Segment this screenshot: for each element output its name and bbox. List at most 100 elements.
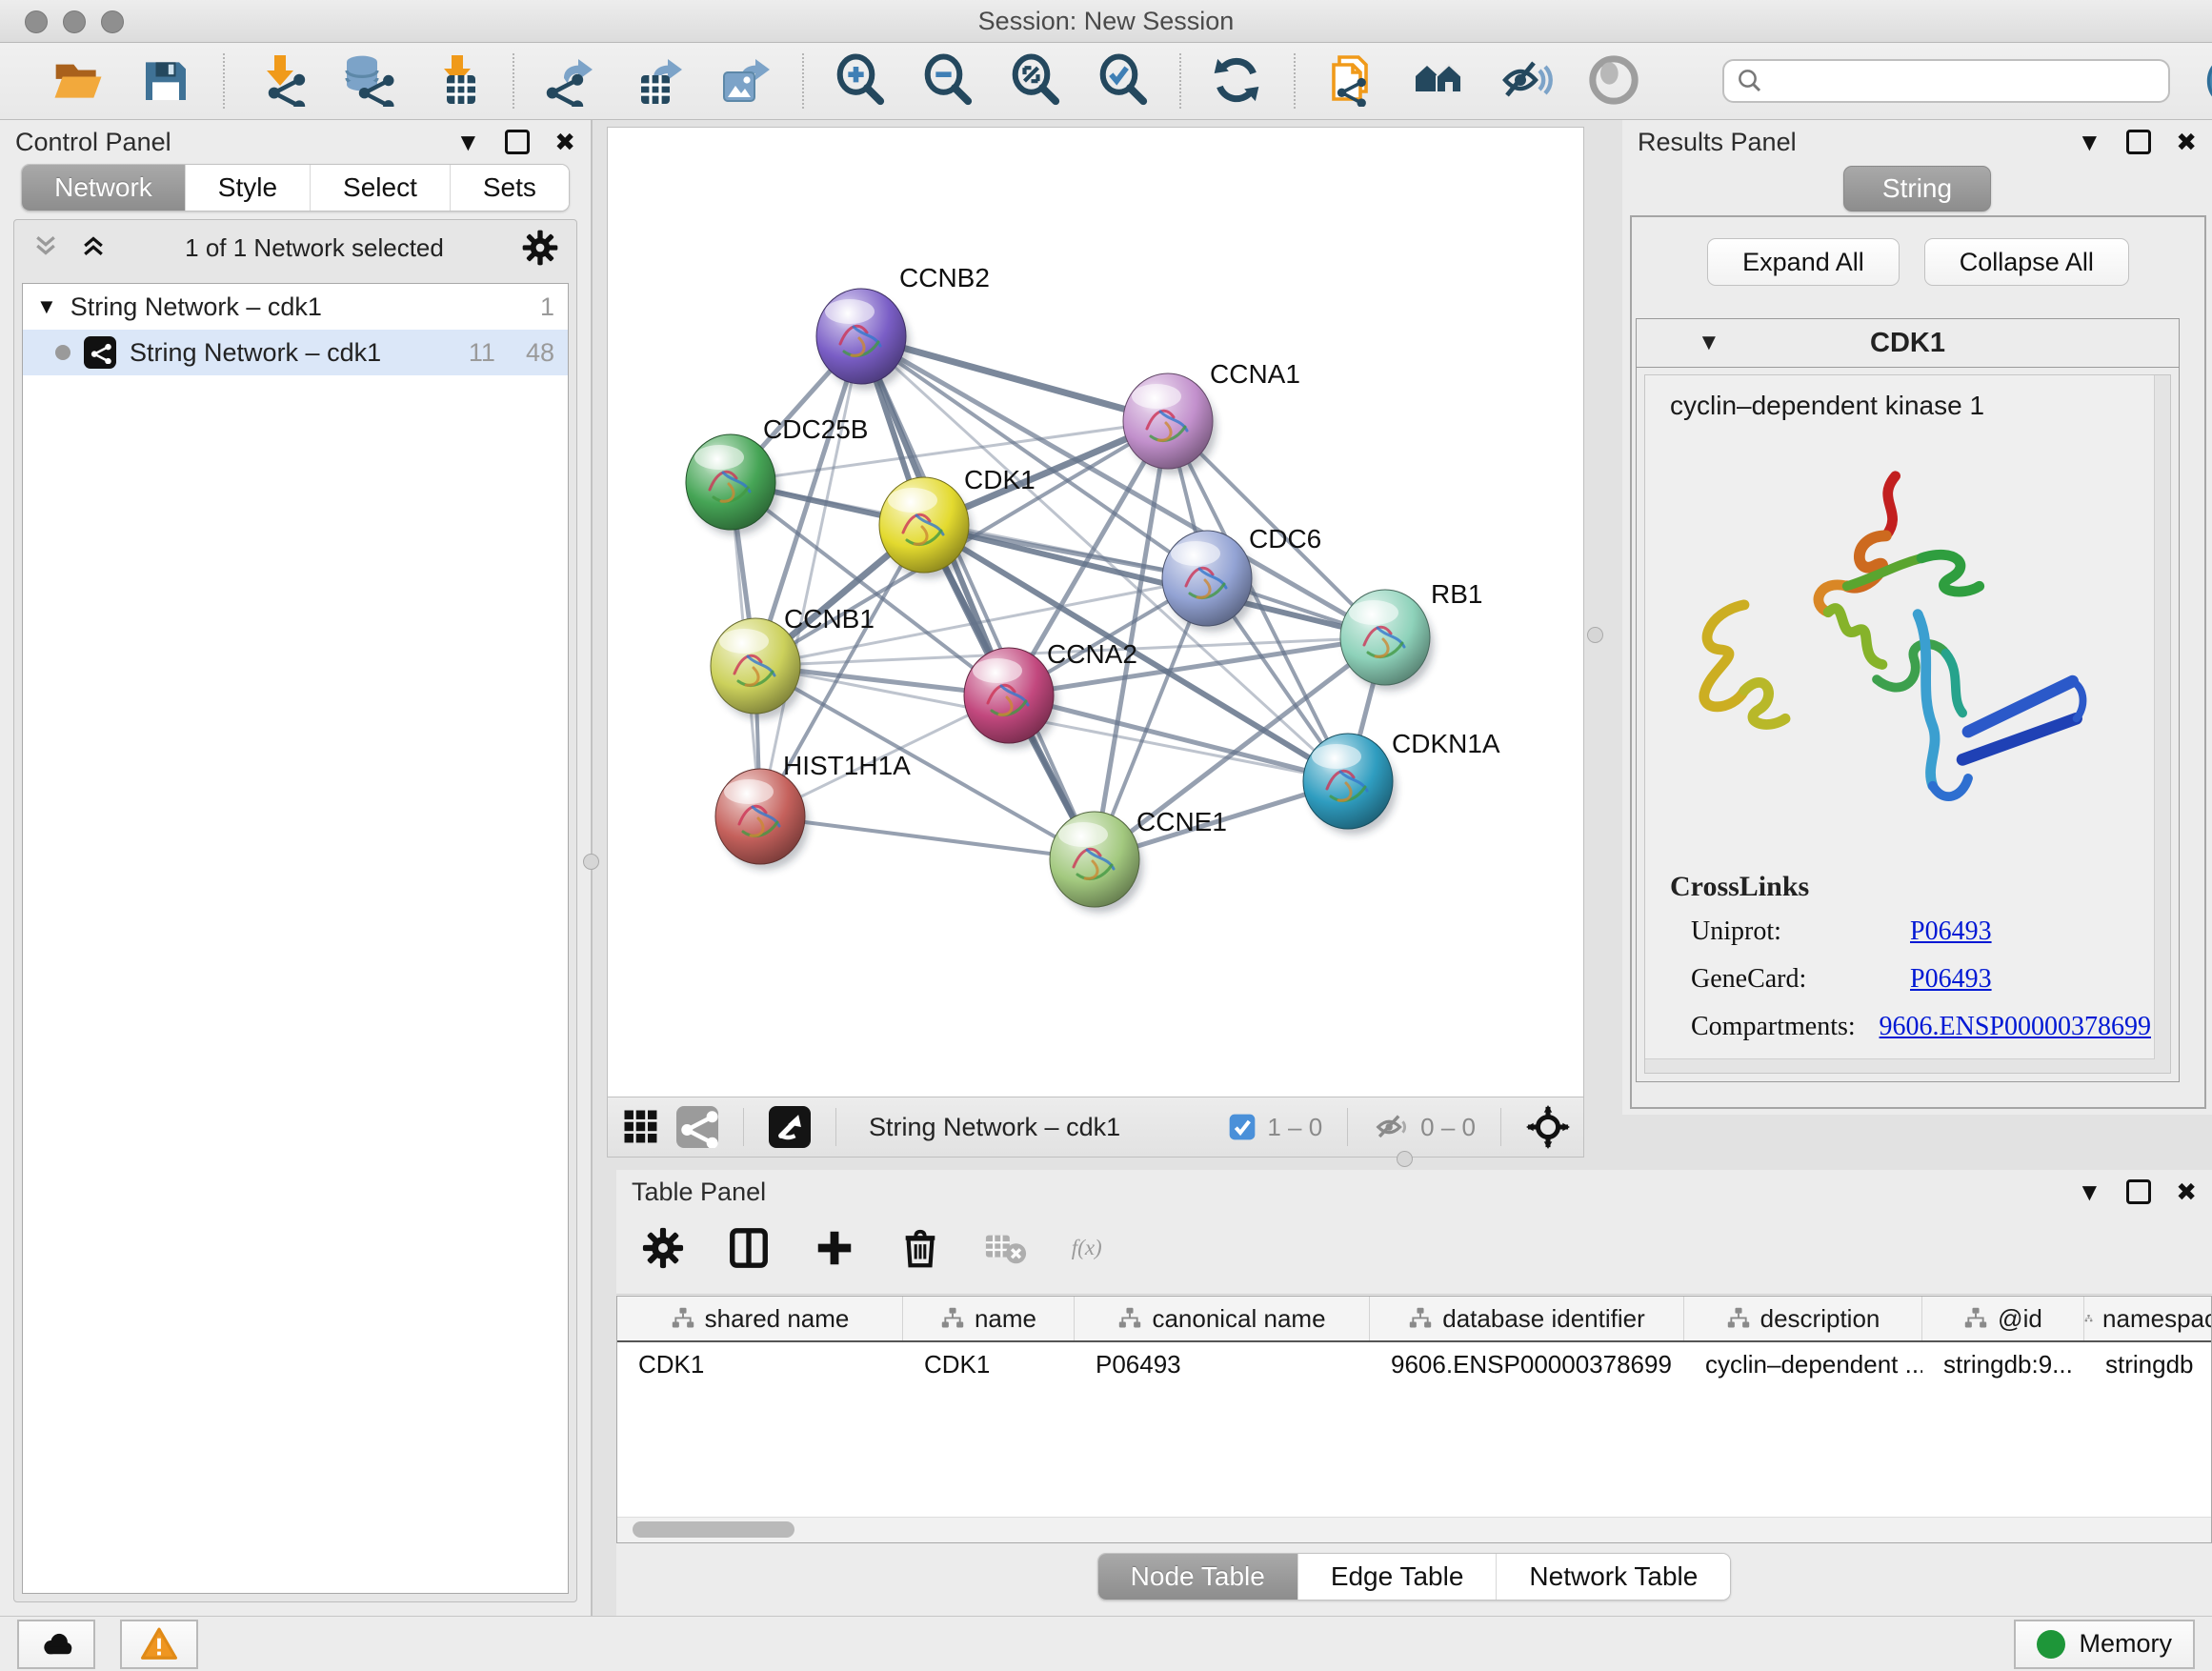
table-panel-maximize-button[interactable]	[2126, 1179, 2151, 1204]
warning-button[interactable]	[120, 1620, 198, 1669]
right-splitter-grip[interactable]	[1587, 627, 1603, 643]
network-options-gear-icon[interactable]	[521, 229, 559, 267]
cloud-button[interactable]	[17, 1620, 95, 1669]
export-network-button[interactable]	[543, 53, 598, 109]
export-table-button[interactable]	[631, 53, 686, 109]
selected-checkbox-icon[interactable]	[1227, 1112, 1257, 1142]
svg-text:CDKN1A: CDKN1A	[1392, 729, 1500, 758]
column-header-canonical-name[interactable]: canonical name	[1075, 1297, 1370, 1340]
table-horizontal-scrollbar[interactable]	[617, 1517, 2211, 1542]
network-row[interactable]: String Network – cdk1 11 48	[23, 330, 568, 375]
node-CCNB2: CCNB2	[816, 263, 990, 390]
crosslink-link[interactable]: P06493	[1910, 964, 1992, 995]
results-panel-maximize-button[interactable]	[2126, 130, 2151, 154]
bottom-splitter-grip[interactable]	[1397, 1151, 1413, 1167]
table-row[interactable]: CDK1CDK1P064939606.ENSP00000378699cyclin…	[617, 1342, 2211, 1386]
results-panel-close-button[interactable]: ✖	[2176, 130, 2197, 154]
plus-icon	[813, 1226, 856, 1281]
expand-all-chevron-icon[interactable]	[79, 232, 108, 265]
control-panel-float-button[interactable]: ▼	[455, 130, 480, 154]
results-vertical-scrollbar[interactable]	[2154, 375, 2170, 1073]
node-CDKN1A: CDKN1A	[1303, 729, 1500, 835]
node-description: cyclin–dependent kinase 1	[1645, 375, 2170, 421]
save-button[interactable]	[139, 53, 194, 109]
open-in-window-icon[interactable]	[769, 1106, 811, 1148]
protein-structure-image	[1655, 442, 2102, 842]
table-panel-title: Table Panel	[632, 1178, 766, 1207]
collapse-caret-icon[interactable]: ▼	[1698, 330, 1720, 356]
tab-sets[interactable]: Sets	[451, 165, 569, 211]
crosslink-link[interactable]: P06493	[1910, 916, 1992, 947]
trash-button[interactable]	[898, 1226, 942, 1281]
export-image-button[interactable]	[718, 53, 774, 109]
zoom-fit-button[interactable]	[1008, 53, 1063, 109]
network-canvas[interactable]: CCNB2 CCNA1 CDC25B CDK1 CDC6 R	[608, 128, 1583, 1095]
tab-node-table[interactable]: Node Table	[1098, 1554, 1298, 1600]
tab-string[interactable]: String	[1843, 166, 1991, 211]
tab-style[interactable]: Style	[186, 165, 311, 211]
columns-button[interactable]	[727, 1226, 771, 1281]
table-panel-float-button[interactable]: ▼	[2077, 1179, 2101, 1204]
birdseye-view-icon[interactable]	[1526, 1105, 1570, 1149]
plus-button[interactable]	[813, 1226, 856, 1281]
left-splitter-grip[interactable]	[583, 854, 599, 870]
search-box[interactable]	[1722, 59, 2170, 103]
column-header-name[interactable]: name	[903, 1297, 1075, 1340]
network-manager-panel: 1 of 1 Network selected ▼ String Network…	[13, 219, 577, 1602]
table-panel-close-button[interactable]: ✖	[2176, 1179, 2197, 1204]
import-database-button[interactable]	[341, 53, 396, 109]
node-CDK1: CDK1	[879, 465, 1036, 578]
network-collection-row[interactable]: ▼ String Network – cdk1 1	[23, 284, 568, 330]
zoom-out-button[interactable]	[920, 53, 975, 109]
string-document-button[interactable]	[1324, 53, 1379, 109]
column-header-description[interactable]: description	[1684, 1297, 1922, 1340]
collapse-all-button[interactable]: Collapse All	[1924, 238, 2129, 286]
tab-edge-table[interactable]: Edge Table	[1298, 1554, 1498, 1600]
show-hide-icon	[1499, 53, 1555, 109]
eye-gray-button[interactable]	[1587, 53, 1642, 109]
zoom-in-button[interactable]	[833, 53, 888, 109]
node-section-header[interactable]: ▼ CDK1	[1637, 319, 2179, 368]
help-button[interactable]: ?	[2204, 55, 2212, 107]
network-view-title: String Network – cdk1	[869, 1113, 1120, 1142]
column-header-namespac[interactable]: namespac	[2084, 1297, 2212, 1340]
node-section-title: CDK1	[1870, 328, 1945, 359]
results-panel-title: Results Panel	[1638, 128, 1797, 157]
search-input[interactable]	[1772, 66, 2157, 97]
network-share-icon[interactable]	[676, 1106, 718, 1148]
svg-text:CDC25B: CDC25B	[763, 414, 868, 444]
results-horizontal-scrollbar[interactable]	[1645, 1058, 2155, 1073]
crosslink-link[interactable]: 9606.ENSP00000378699	[1880, 1012, 2151, 1042]
tab-network-table[interactable]: Network Table	[1497, 1554, 1730, 1600]
expand-all-button[interactable]: Expand All	[1707, 238, 1900, 286]
tab-select[interactable]: Select	[311, 165, 451, 211]
column-header-shared-name[interactable]: shared name	[617, 1297, 903, 1340]
import-table-button[interactable]	[429, 53, 484, 109]
hidden-eye-icon[interactable]	[1373, 1108, 1411, 1146]
collection-caret-icon[interactable]: ▼	[36, 294, 57, 319]
show-hide-button[interactable]	[1499, 53, 1555, 109]
node-CCNA1: CCNA1	[1123, 359, 1300, 474]
collapse-all-chevron-icon[interactable]	[31, 232, 60, 265]
control-panel-close-button[interactable]: ✖	[554, 130, 575, 154]
table-tabs: Node TableEdge TableNetwork Table	[616, 1553, 2212, 1601]
network-edge-count: 48	[526, 338, 554, 368]
zoom-selected-button[interactable]	[1096, 53, 1151, 109]
column-header-database-identifier[interactable]: database identifier	[1370, 1297, 1684, 1340]
column-type-icon	[671, 1306, 695, 1331]
import-network-icon	[253, 53, 309, 109]
column-header--id[interactable]: @id	[1922, 1297, 2084, 1340]
import-network-button[interactable]	[253, 53, 309, 109]
results-panel-float-button[interactable]: ▼	[2077, 130, 2101, 154]
network-view-toolbar: String Network – cdk1 1 – 0 0 – 0	[608, 1097, 1583, 1157]
control-panel-maximize-button[interactable]	[505, 130, 530, 154]
houses-button[interactable]	[1412, 53, 1467, 109]
delete-table-button	[984, 1226, 1028, 1281]
memory-button[interactable]: Memory	[2014, 1620, 2195, 1669]
refresh-button[interactable]	[1210, 53, 1265, 109]
open-folder-button[interactable]	[51, 53, 107, 109]
grid-view-icon[interactable]	[621, 1107, 661, 1147]
status-bar: Memory	[0, 1616, 2212, 1671]
tab-network[interactable]: Network	[22, 165, 186, 211]
gear-button[interactable]	[641, 1226, 685, 1281]
